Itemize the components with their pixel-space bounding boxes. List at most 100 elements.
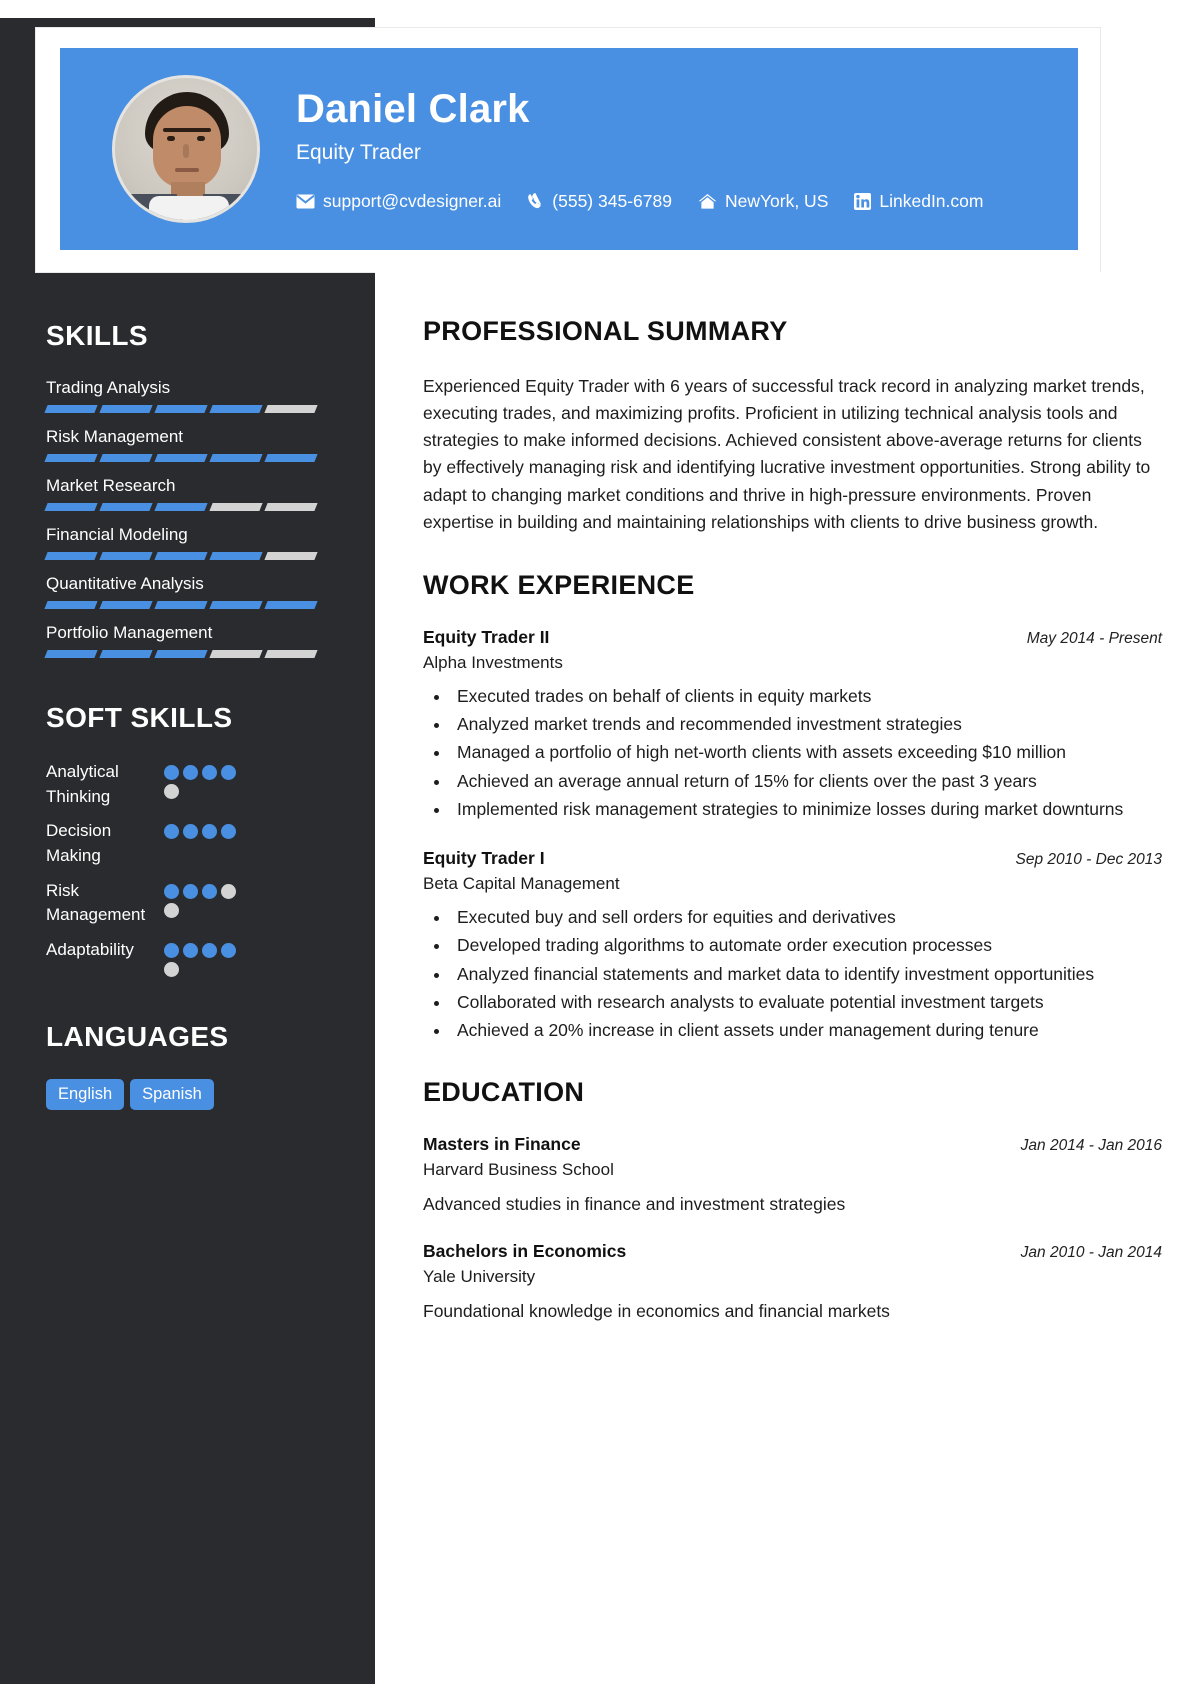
skill-item: Risk Management <box>44 427 329 462</box>
education-heading: EDUCATION <box>423 1077 585 1108</box>
skill-bar-segment <box>99 405 153 413</box>
soft-skill-item: Analytical Thinking <box>46 760 329 809</box>
job-bullet: Implemented risk management strategies t… <box>451 796 1162 822</box>
job-bullet-list: Executed buy and sell orders for equitie… <box>451 904 1162 1043</box>
contact-phone-text: (555) 345-6789 <box>552 190 672 211</box>
soft-skill-item: Adaptability <box>46 938 329 977</box>
job-bullet-list: Executed trades on behalf of clients in … <box>451 683 1162 822</box>
job-bullet: Achieved a 20% increase in client assets… <box>451 1017 1162 1043</box>
contact-location-text: NewYork, US <box>724 190 829 211</box>
avatar <box>112 75 260 223</box>
soft-skills-list: Analytical Thinking Decision Making Risk M… <box>46 760 329 977</box>
skill-level-bar <box>44 650 329 658</box>
languages-heading: LANGUAGES <box>46 1020 229 1052</box>
skill-bar-segment <box>99 650 153 658</box>
skill-name: Financial Modeling <box>46 525 188 544</box>
job-bullet: Collaborated with research analysts to e… <box>451 989 1162 1015</box>
contact-location[interactable]: NewYork, US <box>698 191 828 212</box>
skill-level-bar <box>44 601 329 609</box>
soft-skill-item: Risk Management <box>46 879 329 928</box>
skill-bar-segment <box>99 503 153 511</box>
skill-bar-segment <box>44 503 98 511</box>
rating-dot <box>164 942 179 958</box>
rating-dot <box>164 961 179 977</box>
soft-skill-rating <box>164 879 242 918</box>
work-entry-header: Equity Trader I Sep 2010 - Dec 2013 <box>423 848 1162 869</box>
contact-email[interactable]: support@cvdesigner.ai <box>296 191 501 212</box>
degree-title: Bachelors in Economics <box>423 1241 627 1262</box>
rating-dot <box>221 765 236 780</box>
rating-dot <box>164 824 179 840</box>
job-dates: Sep 2010 - Dec 2013 <box>1015 851 1163 868</box>
skill-item: Portfolio Management <box>44 623 329 658</box>
skill-name: Risk Management <box>46 427 184 446</box>
education-entry-header: Masters in Finance Jan 2014 - Jan 2016 <box>423 1134 1162 1155</box>
skill-item: Trading Analysis <box>44 378 329 413</box>
soft-skill-name: Adaptability <box>46 939 134 959</box>
job-bullet: Achieved an average annual return of 15%… <box>451 768 1162 794</box>
language-badge: Spanish <box>130 1078 214 1110</box>
skill-level-bar <box>44 454 329 462</box>
job-dates: May 2014 - Present <box>1026 629 1162 647</box>
job-role: Equity Trader I <box>423 848 545 868</box>
job-role: Equity Trader II <box>423 626 550 647</box>
skill-bar-segment <box>99 552 153 560</box>
skill-bar-segment <box>99 454 153 462</box>
summary-heading: PROFESSIONAL SUMMARY <box>423 316 788 346</box>
linkedin-icon <box>854 192 872 210</box>
education-list: Masters in Finance Jan 2014 - Jan 2016 Har… <box>423 1134 1162 1322</box>
skill-bar-segment <box>264 454 318 462</box>
header-text: Daniel Clark Equity Trader support@cvdes… <box>296 87 983 212</box>
contact-linkedin[interactable]: LinkedIn.com <box>854 191 983 212</box>
skills-heading: SKILLS <box>46 320 148 351</box>
job-company: Beta Capital Management <box>423 874 620 893</box>
job-title: Equity Trader <box>296 140 421 164</box>
skill-level-bar <box>44 503 329 511</box>
skill-bar-segment <box>209 650 263 658</box>
skill-bar-segment <box>209 405 263 413</box>
skill-bar-segment <box>154 503 208 511</box>
main-content: PROFESSIONAL SUMMARY Experienced Equity … <box>375 272 1200 1349</box>
rating-dot <box>202 824 217 840</box>
home-icon <box>698 193 717 210</box>
work-entry: Equity Trader I Sep 2010 - Dec 2013 Beta C… <box>423 848 1162 1043</box>
summary-text: Experienced Equity Trader with 6 years o… <box>423 376 1151 532</box>
skill-bar-segment <box>264 405 318 413</box>
education-description: Advanced studies in finance and investme… <box>423 1194 846 1215</box>
skill-item: Quantitative Analysis <box>44 574 329 609</box>
contact-linkedin-text: LinkedIn.com <box>879 190 984 211</box>
rating-dot <box>183 883 198 899</box>
education-description: Foundational knowledge in economics and … <box>423 1301 890 1322</box>
job-bullet: Executed trades on behalf of clients in … <box>451 683 1162 709</box>
skill-bar-segment <box>44 650 98 658</box>
job-bullet: Executed buy and sell orders for equitie… <box>451 904 1162 930</box>
skill-bar-segment <box>99 601 153 609</box>
contact-email-text: support@cvdesigner.ai <box>323 190 502 211</box>
soft-skill-item: Decision Making <box>46 819 329 868</box>
skill-bar-segment <box>154 454 208 462</box>
soft-skill-name: Risk Management <box>46 880 146 925</box>
job-bullet: Analyzed financial statements and market… <box>451 961 1162 987</box>
skill-bar-segment <box>154 552 208 560</box>
skill-item: Financial Modeling <box>44 525 329 560</box>
skill-name: Trading Analysis <box>46 378 171 397</box>
skill-bar-segment <box>154 405 208 413</box>
skill-name: Quantitative Analysis <box>46 574 204 593</box>
rating-dot <box>164 765 179 780</box>
soft-skill-name: Analytical Thinking <box>46 762 119 806</box>
skill-bar-segment <box>44 552 98 560</box>
skill-bar-segment <box>44 405 98 413</box>
rating-dot <box>221 824 236 840</box>
full-name: Daniel Clark <box>296 86 530 131</box>
job-bullet: Developed trading algorithms to automate… <box>451 932 1162 958</box>
skill-bar-segment <box>154 601 208 609</box>
skill-bar-segment <box>264 650 318 658</box>
soft-skill-name: Decision Making <box>46 821 112 865</box>
work-heading: WORK EXPERIENCE <box>423 569 695 600</box>
education-entry: Masters in Finance Jan 2014 - Jan 2016 Har… <box>423 1134 1162 1215</box>
job-bullet: Analyzed market trends and recommended i… <box>451 711 1162 737</box>
skills-list: Trading Analysis Risk Management Market Re… <box>44 378 329 658</box>
contact-phone[interactable]: (555) 345-6789 <box>527 191 672 212</box>
skill-level-bar <box>44 405 329 413</box>
resume-page: Daniel Clark Equity Trader support@cvdes… <box>0 0 1200 1684</box>
